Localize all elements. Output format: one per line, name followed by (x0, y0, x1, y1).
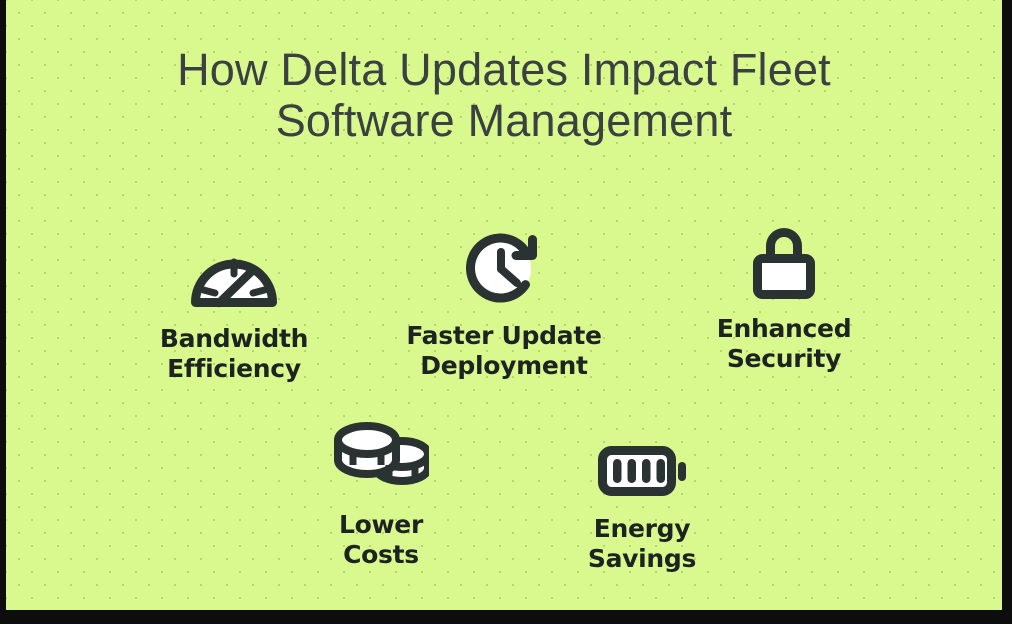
feature-label-line-2: Savings (587, 544, 697, 573)
feature-label: Bandwidth Efficiency (119, 324, 349, 384)
feature-bandwidth-efficiency: Bandwidth Efficiency (119, 218, 349, 384)
page-title: How Delta Updates Impact Fleet Software … (6, 44, 1002, 146)
feature-energy-savings: Energy Savings (527, 408, 757, 574)
feature-label-line-1: Enhanced (716, 314, 852, 343)
slide-canvas: How Delta Updates Impact Fleet Software … (6, 0, 1002, 610)
feature-label-line-1: Lower (339, 510, 423, 539)
clock-arrow-icon (465, 233, 537, 303)
feature-lower-costs: Lower Costs (266, 404, 496, 570)
page-title-line-1: How Delta Updates Impact Fleet (177, 44, 831, 95)
padlock-icon (753, 228, 815, 299)
feature-label-line-2: Efficiency (167, 354, 301, 383)
feature-label-line-2: Security (726, 344, 842, 373)
feature-label-line-1: Bandwidth (159, 324, 309, 353)
feature-icon-wrapper (389, 215, 619, 307)
coins-icon (334, 422, 429, 485)
feature-label: Faster Update Deployment (389, 321, 619, 381)
feature-label: Energy Savings (527, 514, 757, 574)
feature-enhanced-security: Enhanced Security (669, 208, 899, 374)
battery-icon (598, 446, 686, 496)
feature-label: Enhanced Security (669, 314, 899, 374)
feature-label-line-1: Energy (593, 514, 691, 543)
feature-icon-wrapper (527, 408, 757, 500)
feature-label-line-2: Costs (343, 540, 419, 569)
feature-label: Lower Costs (266, 510, 496, 570)
gauge-icon (191, 258, 277, 308)
page-title-line-2: Software Management (275, 95, 733, 146)
feature-label-line-2: Deployment (420, 351, 588, 380)
feature-icon-wrapper (669, 208, 899, 300)
feature-icon-wrapper (266, 404, 496, 496)
feature-label-line-1: Faster Update (406, 321, 602, 350)
feature-faster-update-deployment: Faster Update Deployment (389, 215, 619, 381)
slide-frame: How Delta Updates Impact Fleet Software … (0, 0, 1012, 624)
feature-icon-wrapper (119, 218, 349, 310)
